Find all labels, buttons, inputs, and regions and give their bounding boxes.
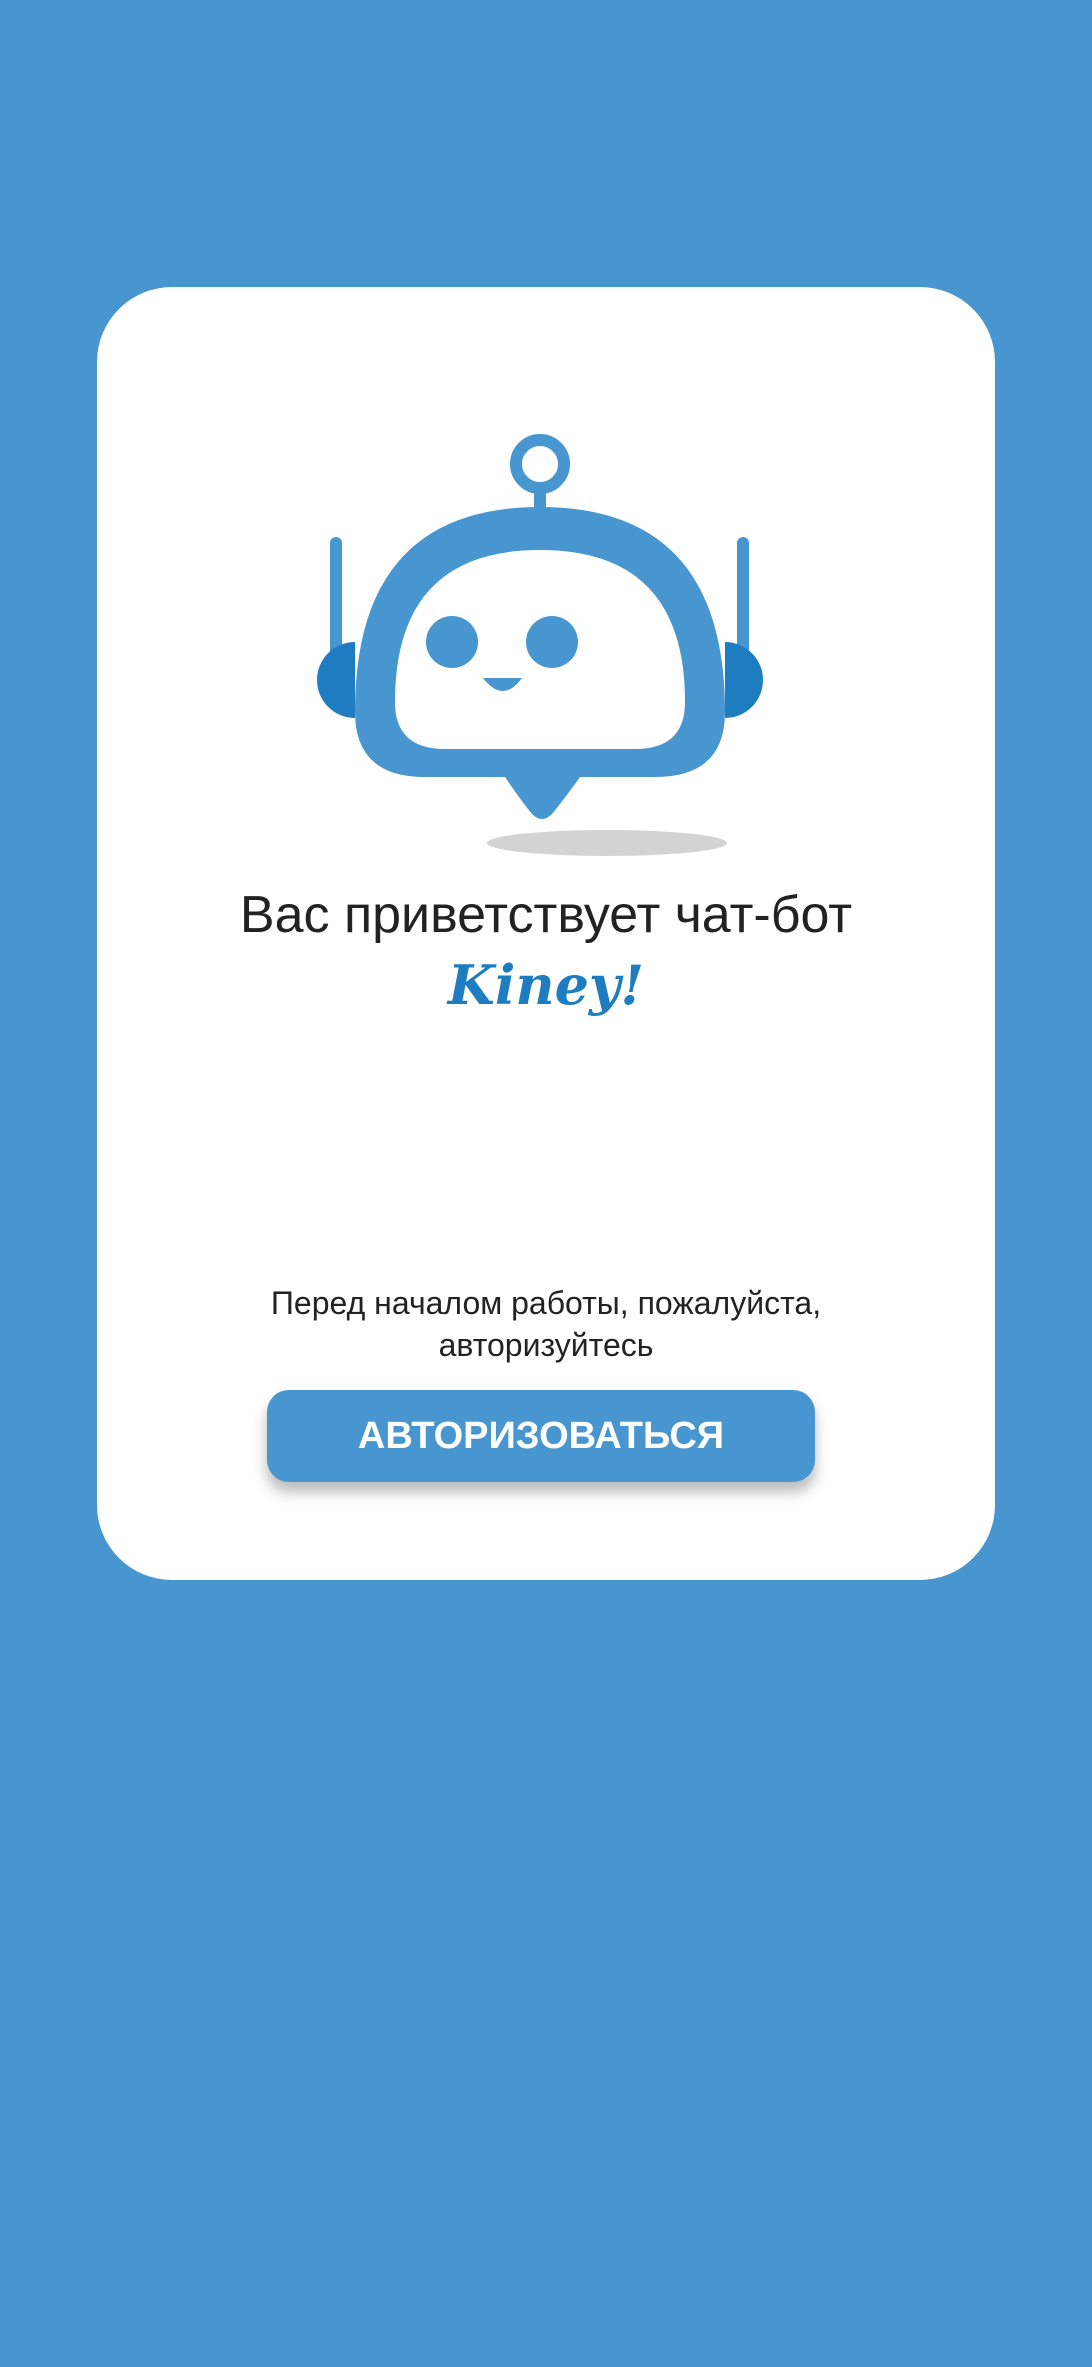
welcome-title: Вас приветствует чат-бот — [239, 886, 853, 944]
robot-mascot-icon — [317, 434, 763, 856]
auth-prompt: Перед началом работы, пожалуйста, автори… — [97, 1282, 995, 1366]
brand-name: Kiney! — [447, 953, 645, 1017]
authorize-button[interactable]: АВТОРИЗОВАТЬСЯ — [267, 1390, 815, 1482]
auth-prompt-line-2: авторизуйтесь — [438, 1327, 654, 1363]
auth-prompt-line-1: Перед началом работы, пожалуйста, — [270, 1285, 822, 1321]
